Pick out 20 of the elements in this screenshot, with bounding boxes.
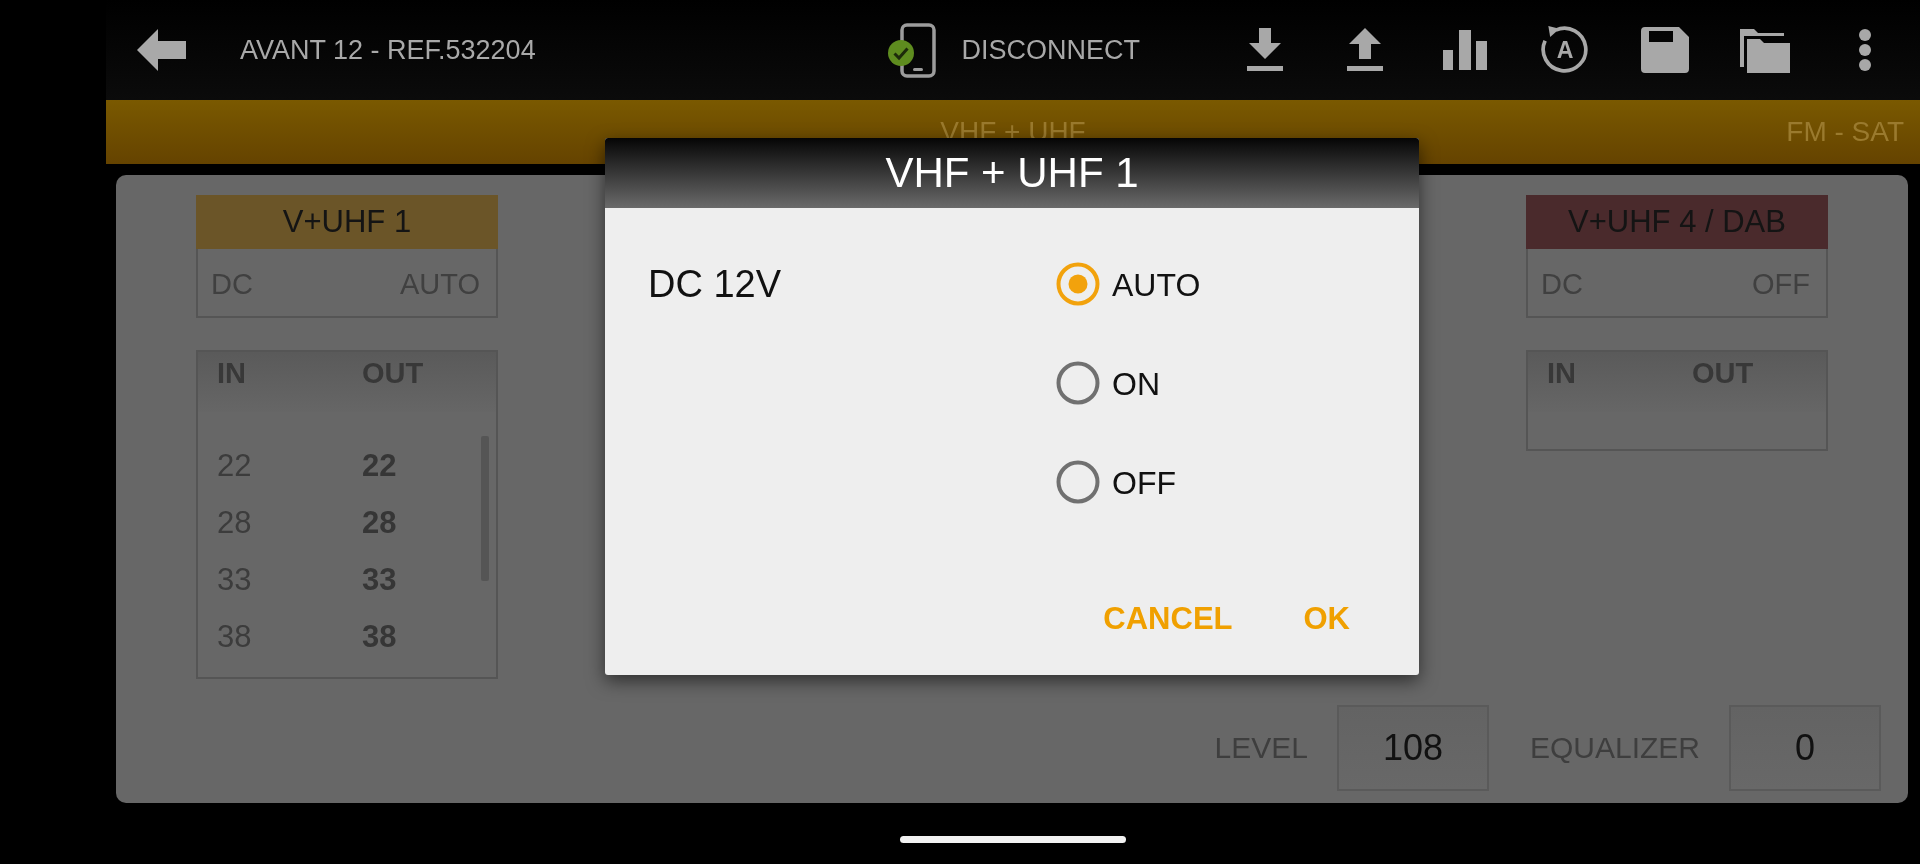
dialog-title-bar: VHF + UHF 1: [605, 138, 1419, 208]
radio-option[interactable]: ON: [1056, 355, 1201, 411]
phone-icon: [900, 22, 937, 78]
radio-option[interactable]: OFF: [1056, 454, 1201, 510]
ok-button[interactable]: OK: [1291, 591, 1362, 647]
value-field[interactable]: 0: [1729, 705, 1881, 791]
more-icon[interactable]: [1858, 28, 1872, 72]
save-icon[interactable]: [1641, 27, 1689, 73]
bar-chart-icon[interactable]: [1443, 30, 1487, 70]
download-icon[interactable]: [1245, 28, 1285, 72]
radio-option[interactable]: AUTO: [1056, 256, 1201, 312]
upload-icon[interactable]: [1345, 28, 1385, 72]
folder-icon[interactable]: [1740, 27, 1790, 73]
device-title: AVANT 12 - REF.532204: [240, 34, 536, 66]
output-header[interactable]: V+UHF 1: [196, 195, 498, 249]
value-field[interactable]: 108: [1336, 705, 1489, 791]
cancel-button[interactable]: CANCEL: [1091, 591, 1245, 647]
back-icon[interactable]: [137, 29, 186, 71]
disconnect-button[interactable]: DISCONNECT: [961, 34, 1140, 66]
setting-label: DC 12V: [648, 262, 783, 307]
